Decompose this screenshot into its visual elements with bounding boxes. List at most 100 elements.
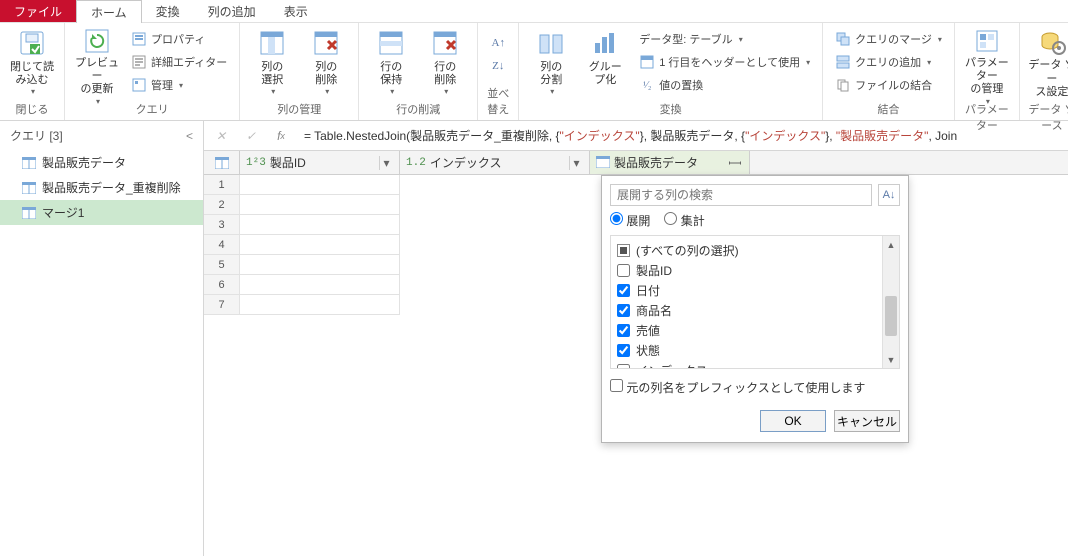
first-row-header-icon bbox=[639, 54, 655, 70]
scroll-up-button[interactable]: ▲ bbox=[883, 236, 899, 253]
sort-desc-icon: Z↓ bbox=[490, 58, 506, 74]
choose-columns-button[interactable]: 列の 選択 bbox=[248, 25, 296, 99]
group-close: 閉じて読 み込む 閉じる bbox=[0, 23, 65, 120]
column-checkbox-item[interactable]: 売値 bbox=[617, 320, 893, 340]
fx-icon[interactable]: fx bbox=[270, 125, 292, 147]
grid-header: 1²3 製品ID ▾ 1.2 インデックス ▾ 製品販売データ bbox=[204, 151, 1068, 175]
group-by-button[interactable]: グルー プ化 bbox=[581, 25, 629, 99]
sort-desc-button[interactable]: Z↓ bbox=[486, 56, 510, 76]
column-filter-dropdown[interactable]: ▾ bbox=[379, 156, 393, 170]
group-transform: 列の 分割 グルー プ化 データ型: テーブル 1 行目をヘッダーとして使用 ¹… bbox=[519, 23, 823, 120]
choose-columns-icon bbox=[256, 27, 288, 59]
refresh-preview-button[interactable]: プレビュー の更新 bbox=[73, 25, 121, 99]
merge-queries-button[interactable]: クエリのマージ bbox=[831, 29, 946, 49]
tab-home[interactable]: ホーム bbox=[76, 0, 142, 23]
formula-accept-button[interactable]: ✓ bbox=[240, 125, 262, 147]
tab-view[interactable]: 表示 bbox=[270, 0, 322, 22]
column-header-product-id[interactable]: 1²3 製品ID ▾ bbox=[240, 151, 400, 174]
ok-button[interactable]: OK bbox=[760, 410, 826, 432]
properties-button[interactable]: プロパティ bbox=[127, 29, 231, 49]
radio-aggregate[interactable]: 集計 bbox=[664, 212, 704, 229]
column-checkbox-item[interactable]: 製品ID bbox=[617, 260, 893, 280]
table-icon bbox=[215, 157, 229, 169]
column-header-index[interactable]: 1.2 インデックス ▾ bbox=[400, 151, 590, 174]
query-item[interactable]: マージ1 bbox=[0, 200, 203, 225]
expand-column-button[interactable] bbox=[727, 155, 743, 171]
radio-expand[interactable]: 展開 bbox=[610, 212, 650, 229]
query-item[interactable]: 製品販売データ_重複削除 bbox=[0, 175, 203, 200]
collapse-icon: < bbox=[186, 129, 193, 143]
cell[interactable] bbox=[240, 195, 400, 215]
row-number[interactable]: 4 bbox=[204, 235, 240, 255]
group-label-combine: 結合 bbox=[831, 99, 946, 120]
row-number[interactable]: 7 bbox=[204, 295, 240, 315]
column-checkbox-item[interactable]: 商品名 bbox=[617, 300, 893, 320]
row-number[interactable]: 5 bbox=[204, 255, 240, 275]
tab-file[interactable]: ファイル bbox=[0, 0, 76, 22]
manage-parameters-button[interactable]: パラメーター の管理 bbox=[963, 25, 1011, 99]
table-icon bbox=[22, 207, 36, 219]
close-load-icon bbox=[16, 27, 48, 59]
cell[interactable] bbox=[240, 255, 400, 275]
select-all-corner[interactable] bbox=[204, 151, 240, 174]
cell[interactable] bbox=[240, 295, 400, 315]
data-source-settings-button[interactable]: データ ソー ス設定 bbox=[1028, 25, 1068, 99]
select-all-item[interactable]: (すべての列の選択) bbox=[617, 240, 893, 260]
type-int-icon: 1²3 bbox=[246, 157, 266, 169]
query-item[interactable]: 製品販売データ bbox=[0, 150, 203, 175]
combine-files-button[interactable]: ファイルの結合 bbox=[831, 75, 946, 95]
group-combine: クエリのマージ クエリの追加 ファイルの結合 結合 bbox=[823, 23, 955, 120]
tristate-checkbox[interactable] bbox=[617, 244, 630, 257]
formula-cancel-button[interactable]: ✕ bbox=[210, 125, 232, 147]
sort-asc-button[interactable]: A↑ bbox=[486, 33, 510, 53]
combine-files-icon bbox=[835, 77, 851, 93]
queries-header[interactable]: クエリ [3] < bbox=[0, 121, 203, 150]
scroll-thumb[interactable] bbox=[885, 296, 897, 336]
split-column-button[interactable]: 列の 分割 bbox=[527, 25, 575, 99]
cancel-button[interactable]: キャンセル bbox=[834, 410, 900, 432]
row-number[interactable]: 6 bbox=[204, 275, 240, 295]
scroll-down-button[interactable]: ▼ bbox=[883, 351, 899, 368]
row-number[interactable]: 3 bbox=[204, 215, 240, 235]
tab-addcolumn[interactable]: 列の追加 bbox=[194, 0, 270, 22]
column-checkbox-item[interactable]: インデックス bbox=[617, 360, 893, 369]
use-first-row-button[interactable]: 1 行目をヘッダーとして使用 bbox=[635, 52, 814, 72]
expand-sort-button[interactable]: A↓ bbox=[878, 184, 900, 206]
data-type-button[interactable]: データ型: テーブル bbox=[635, 29, 814, 49]
remove-columns-button[interactable]: 列の 削除 bbox=[302, 25, 350, 99]
append-queries-button[interactable]: クエリの追加 bbox=[831, 52, 946, 72]
remove-rows-button[interactable]: 行の 削除 bbox=[421, 25, 469, 99]
cell[interactable] bbox=[240, 275, 400, 295]
expand-columns-popup: A↓ 展開 集計 (すべての列の選択) 製品ID 日付 商品名 売値 状態 イン… bbox=[601, 175, 909, 443]
main-area: ✕ ✓ fx = Table.NestedJoin(製品販売データ_重複削除, … bbox=[204, 121, 1068, 556]
cell[interactable] bbox=[240, 235, 400, 255]
expand-search-input[interactable] bbox=[610, 184, 872, 206]
group-parameters: パラメーター の管理 パラメーター bbox=[955, 23, 1020, 120]
formula-input[interactable]: = Table.NestedJoin(製品販売データ_重複削除, {"インデック… bbox=[300, 125, 1062, 146]
group-label-columns: 列の管理 bbox=[248, 99, 350, 120]
manage-button[interactable]: 管理 bbox=[127, 75, 231, 95]
keep-rows-button[interactable]: 行の 保持 bbox=[367, 25, 415, 99]
properties-icon bbox=[131, 31, 147, 47]
type-table-icon bbox=[596, 156, 610, 170]
column-checkbox-item[interactable]: 状態 bbox=[617, 340, 893, 360]
cell[interactable] bbox=[240, 175, 400, 195]
cell[interactable] bbox=[240, 215, 400, 235]
advanced-editor-button[interactable]: 詳細エディター bbox=[127, 52, 231, 72]
column-filter-dropdown[interactable]: ▾ bbox=[569, 156, 583, 170]
row-number[interactable]: 2 bbox=[204, 195, 240, 215]
append-icon bbox=[835, 54, 851, 70]
row-number[interactable]: 1 bbox=[204, 175, 240, 195]
close-and-load-button[interactable]: 閉じて読 み込む bbox=[8, 25, 56, 99]
column-header-expand[interactable]: 製品販売データ bbox=[590, 151, 750, 174]
keep-rows-icon bbox=[375, 27, 407, 59]
group-label-transform: 変換 bbox=[527, 99, 814, 120]
replace-values-button[interactable]: ¹⁄₂ 値の置換 bbox=[635, 75, 814, 95]
prefix-checkbox[interactable]: 元の列名をプレフィックスとして使用します bbox=[610, 379, 865, 396]
workspace: クエリ [3] < 製品販売データ製品販売データ_重複削除マージ1 ✕ ✓ fx… bbox=[0, 121, 1068, 556]
list-scrollbar[interactable]: ▲ ▼ bbox=[882, 236, 899, 368]
column-checkbox-item[interactable]: 日付 bbox=[617, 280, 893, 300]
sort-asc-icon: A↑ bbox=[490, 35, 506, 51]
tab-transform[interactable]: 変換 bbox=[142, 0, 194, 22]
group-datasource: データ ソー ス設定 データ ソース bbox=[1020, 23, 1068, 120]
